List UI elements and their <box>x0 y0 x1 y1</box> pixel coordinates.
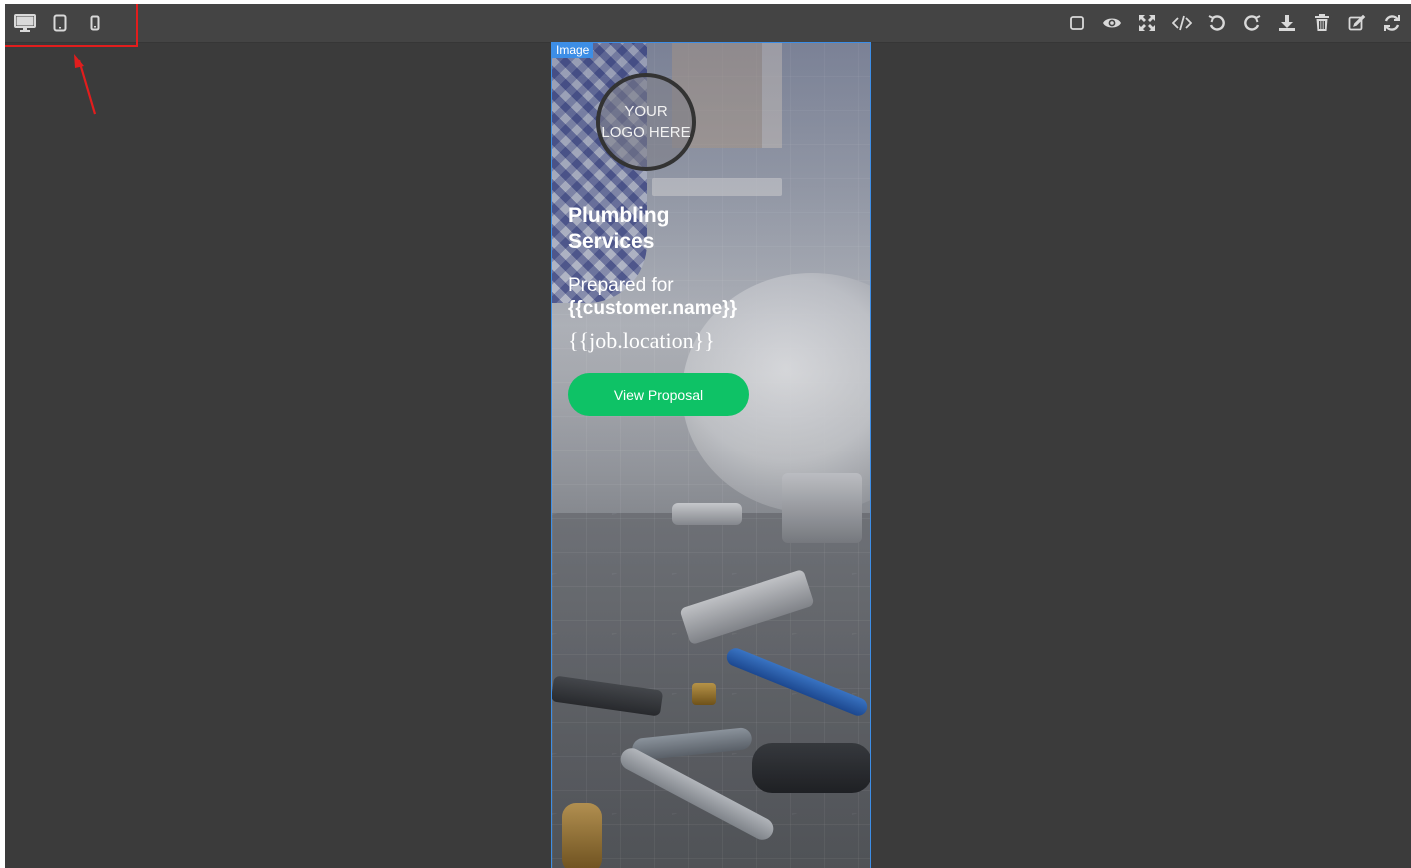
undo-icon <box>1208 14 1226 32</box>
customer-name-placeholder[interactable]: {{customer.name}} <box>568 297 737 321</box>
redo-icon <box>1243 14 1261 32</box>
refresh-button[interactable] <box>1379 10 1405 36</box>
eye-icon <box>1102 16 1122 30</box>
undo-button[interactable] <box>1204 10 1230 36</box>
annotation-arrow <box>65 52 105 127</box>
canvas-frame[interactable]: Image YOUR LOGO HERE Plumbling Services … <box>551 42 871 868</box>
import-button[interactable] <box>1274 10 1300 36</box>
edit-icon <box>1348 14 1366 32</box>
editor-app: Image YOUR LOGO HERE Plumbling Services … <box>5 4 1411 868</box>
selected-component-badge: Image <box>552 43 594 58</box>
download-icon <box>1278 14 1296 32</box>
device-tablet-button[interactable] <box>47 10 73 36</box>
code-icon <box>1172 15 1192 31</box>
image-overlay <box>552 43 870 868</box>
square-outline-icon <box>1069 15 1085 31</box>
view-proposal-button[interactable]: View Proposal <box>568 373 749 416</box>
logo-placeholder-text: YOUR LOGO HERE <box>601 103 691 141</box>
device-mobile-button[interactable] <box>82 10 108 36</box>
mobile-icon <box>90 15 100 31</box>
redo-button[interactable] <box>1239 10 1265 36</box>
prepared-for-text[interactable]: Prepared for <box>568 275 674 297</box>
headline-text[interactable]: Plumbling Services <box>568 203 708 255</box>
top-toolbar <box>5 4 1411 47</box>
device-desktop-button[interactable] <box>12 10 38 36</box>
sw-visibility-button[interactable] <box>1064 10 1090 36</box>
preview-button[interactable] <box>1099 10 1125 36</box>
logo-placeholder[interactable]: YOUR LOGO HERE <box>596 73 696 171</box>
export-code-button[interactable] <box>1169 10 1195 36</box>
job-location-placeholder[interactable]: {{job.location}} <box>568 327 715 355</box>
trash-icon <box>1314 14 1330 32</box>
device-switcher <box>5 4 125 42</box>
expand-arrows-icon <box>1138 14 1156 32</box>
clear-canvas-button[interactable] <box>1309 10 1335 36</box>
fullscreen-button[interactable] <box>1134 10 1160 36</box>
edit-button[interactable] <box>1344 10 1370 36</box>
desktop-icon <box>14 14 36 32</box>
refresh-icon <box>1383 14 1401 32</box>
tablet-icon <box>53 14 67 32</box>
